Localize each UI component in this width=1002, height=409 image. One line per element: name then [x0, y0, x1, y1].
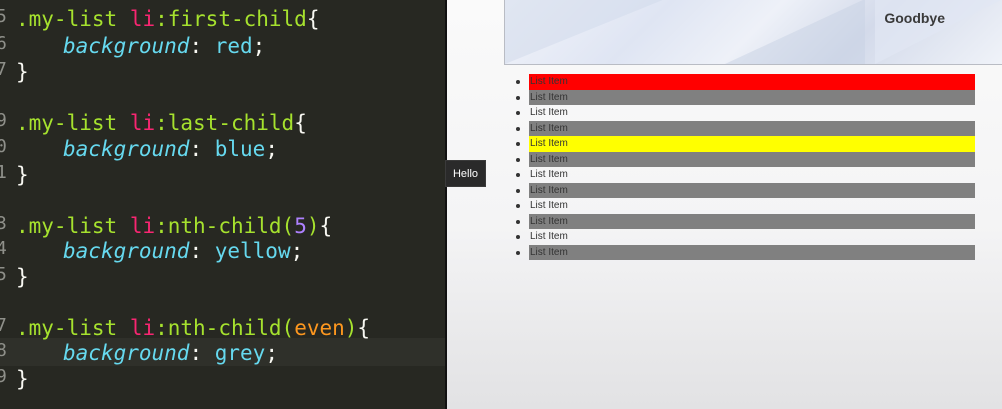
code-line-close: } [16, 60, 29, 84]
line-number: 5 [0, 6, 7, 27]
hero-banner: Goodbye [504, 0, 1002, 65]
code-line-selector: .my-list li:nth-child(5){ [16, 214, 333, 238]
code-line-selector: .my-list li:last-child{ [16, 111, 307, 135]
code-line-declaration: background: blue; [63, 137, 278, 161]
code-line-selector: .my-list li:nth-child(even){ [16, 316, 371, 340]
list-item: List Item [516, 213, 975, 229]
hero-text: Goodbye [884, 10, 945, 26]
line-number: 9 [0, 110, 7, 131]
list-item: List Item [516, 198, 975, 214]
list-item: List Item [516, 182, 975, 198]
code-editor[interactable]: 5 6 7 9 0 1 3 4 5 7 8 9 .my-list li:firs… [0, 0, 445, 409]
list-item: List Item [516, 229, 975, 245]
line-number: 0 [0, 136, 7, 157]
list-item: List Item [516, 136, 975, 152]
line-number: 5 [0, 264, 7, 285]
line-number: 7 [0, 59, 7, 80]
line-number: 3 [0, 213, 7, 234]
code-line-selector: .my-list li:first-child{ [16, 7, 320, 31]
list-item: List Item [516, 74, 975, 90]
list-item: List Item [516, 105, 975, 121]
list-item: List Item [516, 89, 975, 105]
code-line-declaration: background: grey; [63, 341, 278, 365]
code-line-declaration: background: yellow; [63, 239, 304, 263]
line-number: 6 [0, 33, 7, 54]
line-number: 8 [0, 340, 7, 361]
hello-button[interactable]: Hello [445, 160, 486, 187]
line-number: 1 [0, 162, 7, 183]
line-number: 4 [0, 238, 7, 259]
code-line-close: } [16, 265, 29, 289]
line-number: 7 [0, 315, 7, 336]
code-line-close: } [16, 163, 29, 187]
list-item: List Item [516, 120, 975, 136]
code-line-close: } [16, 367, 29, 391]
list-item: List Item [516, 151, 975, 167]
my-list: List Item List Item List Item List Item … [516, 74, 975, 260]
browser-preview: Goodbye List Item List Item List Item Li… [447, 0, 1002, 409]
list-item: List Item [516, 167, 975, 183]
code-line-declaration: background: red; [63, 34, 266, 58]
list-item: List Item [516, 244, 975, 260]
line-number: 9 [0, 366, 7, 387]
